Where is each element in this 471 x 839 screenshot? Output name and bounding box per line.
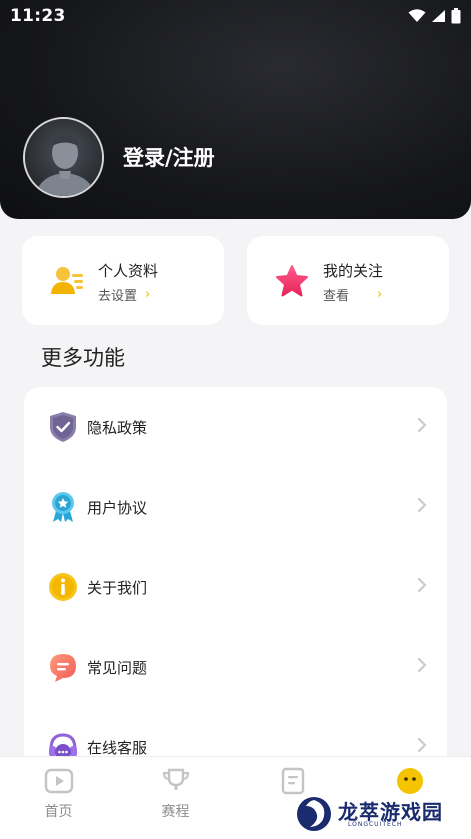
play-icon [44, 768, 74, 794]
chevron-right-icon: › [377, 287, 383, 302]
chevron-right-icon [418, 578, 427, 592]
badge-ribbon-icon [52, 492, 74, 522]
following-card-title: 我的关注 [323, 262, 384, 280]
signal-icon [432, 10, 445, 22]
feature-list: 隐私政策 用户协议 关于我们 常见问题 在线客服 [24, 387, 447, 787]
profile-card-subtitle: 去设置 › [98, 285, 150, 304]
tab-label: 首页 [44, 804, 73, 820]
menu-item-privacy[interactable]: 隐私政策 [24, 387, 447, 467]
profile-header: 11:23 登录/注册 [0, 0, 471, 219]
user-silhouette-icon [25, 119, 102, 196]
battery-icon [451, 8, 461, 24]
tab-schedule[interactable]: 赛程 [117, 757, 234, 839]
profile-card-action: 去设置 [98, 289, 138, 304]
status-bar: 11:23 [0, 0, 471, 34]
status-icons [408, 8, 461, 24]
profile-card[interactable]: 个人资料 去设置 › [22, 236, 224, 325]
login-register-link[interactable]: 登录/注册 [123, 142, 215, 172]
chat-bubble-icon [50, 654, 76, 682]
document-icon [281, 767, 305, 795]
wifi-icon [408, 9, 426, 22]
watermark-logo: 龙萃游戏园 LONGCUITECH [296, 792, 471, 836]
shield-check-icon [50, 412, 76, 442]
menu-item-label: 常见问题 [87, 659, 148, 677]
section-title: 更多功能 [41, 346, 125, 370]
profile-card-title: 个人资料 [98, 262, 159, 280]
chevron-right-icon [418, 738, 427, 752]
menu-item-user-agreement[interactable]: 用户协议 [24, 467, 447, 547]
profile-card-icon [51, 267, 83, 294]
menu-item-label: 关于我们 [87, 579, 148, 597]
status-time: 11:23 [10, 6, 66, 26]
chevron-right-icon [418, 658, 427, 672]
chevron-right-icon [418, 418, 427, 432]
info-icon [49, 573, 77, 601]
chevron-right-icon: › [145, 287, 151, 302]
menu-item-about-us[interactable]: 关于我们 [24, 547, 447, 627]
watermark-subtitle: LONGCUITECH [348, 821, 403, 828]
following-card[interactable]: 我的关注 查看 › [247, 236, 449, 325]
following-card-action: 查看 [323, 289, 350, 304]
chevron-right-icon [418, 498, 427, 512]
face-icon [397, 768, 423, 794]
menu-item-label: 用户协议 [87, 499, 148, 517]
trophy-icon [162, 768, 190, 790]
menu-item-faq[interactable]: 常见问题 [24, 627, 447, 707]
star-icon [276, 265, 308, 297]
watermark-emblem-icon [297, 797, 331, 831]
menu-item-label: 在线客服 [87, 739, 148, 757]
following-card-subtitle: 查看 › [323, 285, 382, 304]
tab-label: 赛程 [161, 804, 190, 820]
tab-home[interactable]: 首页 [0, 757, 117, 839]
avatar[interactable] [23, 117, 104, 198]
menu-item-label: 隐私政策 [87, 419, 148, 437]
